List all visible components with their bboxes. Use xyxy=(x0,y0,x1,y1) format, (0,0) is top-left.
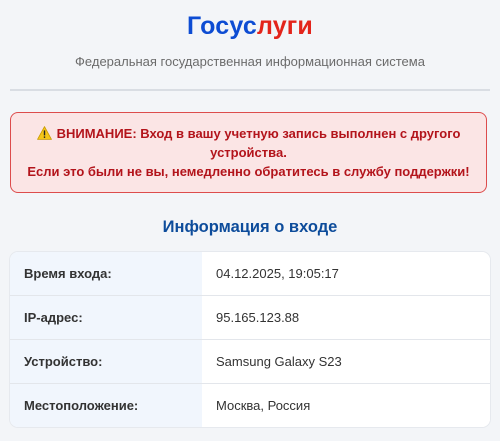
row-value: Samsung Galaxy S23 xyxy=(202,340,490,383)
login-info-title: Информация о входе xyxy=(162,218,338,236)
warning-icon xyxy=(36,126,52,140)
gosuslugi-logo[interactable]: Госуслуги xyxy=(0,10,500,42)
page: Госуслуги Федеральная государственная ин… xyxy=(0,0,500,441)
row-label: Время входа: xyxy=(10,252,202,295)
row-label: Устройство: xyxy=(10,340,202,383)
row-value: 04.12.2025, 19:05:17 xyxy=(202,252,490,295)
login-info-table: Время входа: 04.12.2025, 19:05:17 IP-адр… xyxy=(10,252,490,427)
alert-text-line1: ВНИМАНИЕ: Вход в вашу учетную запись вып… xyxy=(56,126,461,141)
table-row-login-time: Время входа: 04.12.2025, 19:05:17 xyxy=(10,252,490,296)
table-row-device: Устройство: Samsung Galaxy S23 xyxy=(10,340,490,384)
page-subtitle: Федеральная государственная информационн… xyxy=(75,54,425,69)
logo-part-red: луги xyxy=(256,12,313,40)
table-row-location: Местоположение: Москва, Россия xyxy=(10,384,490,427)
alert-text-line3: Если это были не вы, немедленно обратите… xyxy=(27,164,470,179)
header-divider xyxy=(10,89,490,91)
alert-text-line2: устройства. xyxy=(210,145,287,160)
row-value: 95.165.123.88 xyxy=(202,296,490,339)
row-label: IP-адрес: xyxy=(10,296,202,339)
row-value: Москва, Россия xyxy=(202,384,490,427)
row-label: Местоположение: xyxy=(10,384,202,427)
alert-first-line: ВНИМАНИЕ: Вход в вашу учетную запись вып… xyxy=(36,124,461,143)
table-row-ip-address: IP-адрес: 95.165.123.88 xyxy=(10,296,490,340)
logo-part-blue: Госус xyxy=(186,12,257,40)
security-alert: ВНИМАНИЕ: Вход в вашу учетную запись вып… xyxy=(10,112,487,193)
